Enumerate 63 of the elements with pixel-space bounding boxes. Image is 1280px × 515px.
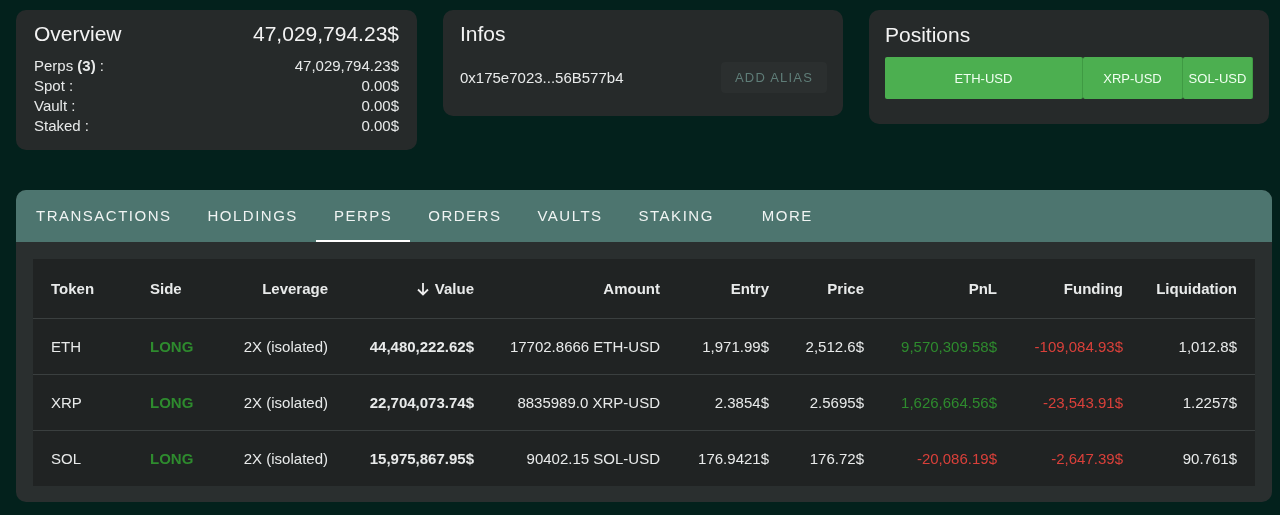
balance-label: Perps (3) :: [34, 56, 105, 76]
balance-value: 0.00$: [361, 96, 399, 116]
overview-title: Overview: [34, 22, 122, 46]
tab[interactable]: STAKING: [620, 190, 732, 242]
position-segment[interactable]: XRP-USD: [1083, 57, 1183, 99]
column-header[interactable]: PnL: [968, 280, 997, 297]
positions-title: Positions: [885, 23, 971, 46]
leverage-cell-text: 2X (isolated): [242, 450, 328, 467]
side-cell-text: LONG: [150, 338, 195, 355]
funding-cell-text: -2,647.39$: [1050, 450, 1123, 467]
column-header[interactable]: Amount: [603, 280, 660, 297]
entry-cell-text: 176.9421$: [697, 450, 769, 467]
balance-label: Spot :: [34, 76, 74, 96]
token-cell-text: SOL: [51, 450, 82, 467]
overview-total: 47,029,794.23$: [253, 22, 399, 46]
amount-cell-text: 90402.15 SOL-USD: [525, 450, 660, 467]
column-header[interactable]: Leverage: [262, 280, 328, 297]
liquidation-cell-text: 1.2257$: [1181, 394, 1237, 411]
leverage-cell-text: 2X (isolated): [242, 394, 328, 411]
token-cell-text: XRP: [51, 394, 83, 411]
position-segment[interactable]: SOL-USD: [1183, 57, 1253, 99]
balance-label: Staked :: [34, 116, 90, 136]
tab[interactable]: ORDERS: [410, 190, 520, 242]
funding-cell-text: -23,543.91$: [1041, 394, 1123, 411]
column-header[interactable]: Entry: [730, 280, 769, 297]
value-cell-text: 15,975,867.95$: [368, 450, 474, 467]
leverage-cell-text: 2X (isolated): [242, 338, 328, 355]
column-header[interactable]: Liquidation: [1156, 280, 1237, 297]
balance-value: 0.00$: [361, 116, 399, 136]
entry-cell-text: 1,971.99$: [701, 338, 769, 355]
infos-title: Infos: [460, 22, 506, 45]
pnl-cell-text: -20,086.19$: [915, 450, 997, 467]
pnl-cell-text: 1,626,664.56$: [900, 394, 997, 411]
column-header[interactable]: Value: [434, 280, 474, 297]
column-header[interactable]: Token: [51, 280, 95, 297]
tab[interactable]: VAULTS: [519, 190, 621, 242]
column-header[interactable]: Price: [827, 280, 864, 297]
price-cell-text: 176.72$: [808, 450, 864, 467]
wallet-address: 0x175e7023...56B577b4: [460, 69, 624, 86]
token-cell-text: ETH: [51, 338, 82, 355]
amount-cell-text: 17702.8666 ETH-USD: [508, 338, 660, 355]
liquidation-cell-text: 90.761$: [1181, 450, 1237, 467]
tab[interactable]: TRANSACTIONS: [18, 190, 190, 242]
balance-label: Vault :: [34, 96, 76, 116]
value-cell-text: 44,480,222.62$: [368, 338, 474, 355]
column-header[interactable]: Funding: [1063, 280, 1123, 297]
column-header[interactable]: Side: [150, 280, 182, 297]
amount-cell-text: 8835989.0 XRP-USD: [516, 394, 660, 411]
side-cell-text: LONG: [150, 450, 195, 467]
position-segment[interactable]: ETH-USD: [885, 57, 1083, 99]
liquidation-cell-text: 1,012.8$: [1177, 338, 1237, 355]
funding-cell-text: -109,084.93$: [1033, 338, 1123, 355]
side-cell-text: LONG: [150, 394, 195, 411]
tab[interactable]: PERPS: [315, 190, 411, 242]
entry-cell-text: 2.3854$: [713, 394, 769, 411]
value-cell-text: 22,704,073.74$: [368, 394, 474, 411]
tab[interactable]: MORE: [731, 190, 831, 242]
balance-value: 0.00$: [361, 76, 399, 96]
price-cell-text: 2,512.6$: [804, 338, 864, 355]
price-cell-text: 2.5695$: [808, 394, 864, 411]
tab[interactable]: HOLDINGS: [189, 190, 316, 242]
balance-value: 47,029,794.23$: [294, 56, 399, 76]
pnl-cell-text: 9,570,309.58$: [900, 338, 997, 355]
